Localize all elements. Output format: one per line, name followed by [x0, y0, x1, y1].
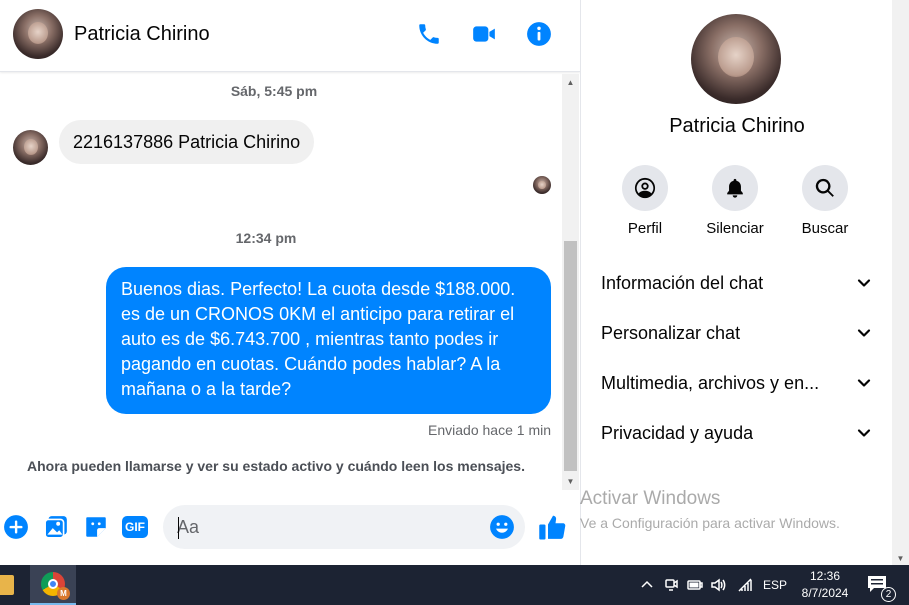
- clock-date: 8/7/2024: [801, 586, 849, 600]
- meet-now-icon[interactable]: [663, 565, 679, 605]
- notification-count: 2: [881, 587, 896, 602]
- file-explorer-icon[interactable]: [0, 575, 14, 595]
- chevron-down-icon: [855, 324, 873, 342]
- search-button[interactable]: Buscar: [785, 165, 865, 237]
- phone-icon[interactable]: [415, 20, 443, 48]
- bell-icon: [712, 165, 758, 211]
- chat-scrollbar[interactable]: ▲ ▼: [562, 74, 579, 490]
- notification-center-icon[interactable]: 2: [866, 574, 896, 602]
- text-caret: [178, 517, 179, 539]
- contact-profile-photo[interactable]: [691, 14, 781, 104]
- incoming-message[interactable]: 2216137886 Patricia Chirino: [59, 120, 315, 164]
- chrome-icon: M: [41, 572, 70, 600]
- clock-time: 12:36: [809, 569, 841, 583]
- section-customize-chat[interactable]: Personalizar chat: [601, 313, 873, 353]
- sent-status: Enviado hace 1 min: [428, 422, 551, 438]
- chevron-down-icon: [855, 424, 873, 442]
- windows-taskbar: M ESP 12:36 8/7/2024 2: [0, 565, 909, 605]
- chat-panel: Patricia Chirino Sáb, 5:45 pm 2216137886…: [0, 0, 580, 565]
- wifi-icon[interactable]: [736, 565, 754, 605]
- outgoing-message[interactable]: Buenos dias. Perfecto! La cuota desde $1…: [106, 267, 551, 414]
- scroll-down-arrow-icon[interactable]: ▼: [892, 554, 909, 563]
- contact-name[interactable]: Patricia Chirino: [74, 23, 210, 46]
- mute-button[interactable]: Silenciar: [695, 165, 775, 237]
- timestamp: 12:34 pm: [235, 230, 297, 246]
- profile-label: Perfil: [627, 220, 663, 237]
- thumbs-up-icon[interactable]: [538, 512, 568, 542]
- message-input[interactable]: [163, 505, 525, 549]
- message-composer: GIF: [0, 500, 580, 555]
- sticker-icon[interactable]: [83, 514, 109, 540]
- gif-label: GIF: [122, 516, 148, 538]
- activation-watermark: Activar Windows Ve a Configuración para …: [580, 488, 840, 531]
- chevron-up-icon[interactable]: [640, 565, 654, 605]
- profile-button[interactable]: Perfil: [605, 165, 685, 237]
- scroll-up-arrow-icon[interactable]: ▲: [562, 74, 579, 91]
- profile-icon: [622, 165, 668, 211]
- timestamp: Sáb, 5:45 pm: [230, 83, 318, 99]
- chat-details-panel: Patricia Chirino Perfil Silenciar Buscar…: [580, 0, 892, 565]
- battery-icon[interactable]: [686, 565, 704, 605]
- chevron-down-icon: [855, 274, 873, 292]
- call-notice: Ahora pueden llamarse y ver su estado ac…: [27, 458, 525, 474]
- seen-avatar: [533, 176, 551, 194]
- chat-header: Patricia Chirino: [0, 0, 580, 72]
- messenger-window: Patricia Chirino Sáb, 5:45 pm 2216137886…: [0, 0, 909, 605]
- section-privacy-help[interactable]: Privacidad y ayuda: [601, 413, 873, 453]
- contact-avatar[interactable]: [13, 9, 63, 59]
- message-list: Sáb, 5:45 pm 2216137886 Patricia Chirino…: [0, 75, 562, 490]
- scroll-down-arrow-icon[interactable]: ▼: [562, 473, 579, 490]
- section-media-files[interactable]: Multimedia, archivos y en...: [601, 363, 873, 403]
- photo-icon[interactable]: [43, 514, 69, 540]
- emoji-icon[interactable]: [489, 514, 515, 540]
- watermark-subtitle: Ve a Configuración para activar Windows.: [580, 515, 840, 531]
- section-label: Privacidad y ayuda: [601, 422, 754, 443]
- search-icon: [802, 165, 848, 211]
- section-label: Información del chat: [601, 272, 764, 293]
- gif-icon[interactable]: GIF: [122, 514, 148, 540]
- page-scrollbar[interactable]: ▼: [892, 0, 909, 565]
- section-chat-info[interactable]: Información del chat: [601, 263, 873, 303]
- language-indicator[interactable]: ESP: [763, 565, 787, 605]
- scroll-thumb[interactable]: [564, 241, 577, 471]
- search-label: Buscar: [801, 220, 849, 237]
- section-label: Multimedia, archivos y en...: [601, 372, 820, 393]
- section-label: Personalizar chat: [601, 322, 741, 343]
- profile-badge: M: [57, 587, 70, 600]
- plus-circle-icon[interactable]: [3, 514, 29, 540]
- video-camera-icon[interactable]: [470, 20, 498, 48]
- info-icon[interactable]: [525, 20, 553, 48]
- system-clock[interactable]: 12:36 8/7/2024: [795, 568, 855, 602]
- chevron-down-icon: [855, 374, 873, 392]
- volume-icon[interactable]: [710, 565, 728, 605]
- mute-label: Silenciar: [706, 220, 764, 237]
- chrome-taskbar-button[interactable]: M: [30, 565, 76, 605]
- contact-name-heading: Patricia Chirino: [669, 115, 805, 137]
- watermark-title: Activar Windows: [580, 488, 721, 509]
- sender-avatar[interactable]: [13, 130, 48, 165]
